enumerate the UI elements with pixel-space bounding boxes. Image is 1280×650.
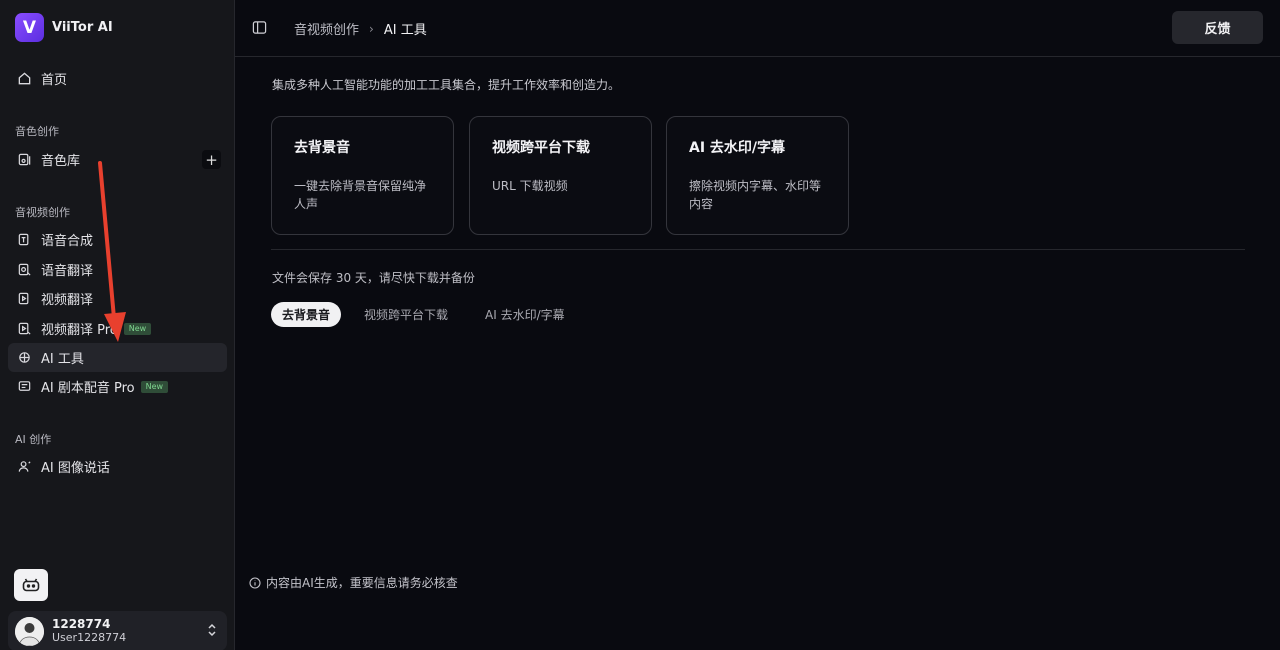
page-intro: 集成多种人工智能功能的加工工具集合，提升工作效率和创造力。 bbox=[272, 78, 621, 92]
topbar: 音视频创作 › AI 工具 反馈 bbox=[235, 0, 1280, 57]
user-info: 1228774 User1228774 bbox=[52, 618, 126, 643]
sidebar-toggle-icon[interactable] bbox=[252, 20, 267, 35]
section-label-av: 音视频创作 bbox=[15, 206, 70, 219]
sidebar-item-label: 首页 bbox=[41, 73, 68, 88]
breadcrumb: 音视频创作 › AI 工具 bbox=[294, 19, 427, 39]
tool-title: 视频跨平台下载 bbox=[492, 140, 590, 156]
sidebar-item-label: 视频翻译 Pro bbox=[41, 323, 118, 338]
tts-icon bbox=[17, 232, 32, 247]
sidebar-item-label: AI 剧本配音 Pro bbox=[41, 381, 135, 396]
tab-video-download[interactable]: 视频跨平台下载 bbox=[364, 302, 448, 327]
sidebar-item-image-talk[interactable]: AI 图像说话 bbox=[8, 452, 227, 481]
brand-name: ViiTor AI bbox=[52, 20, 113, 35]
sidebar-item-label: AI 图像说话 bbox=[41, 461, 110, 476]
app-window: V ViiTor AI 首页 音色创作 音色库 + 音视频创作 语音合成 语音翻… bbox=[0, 0, 1280, 650]
new-badge: New bbox=[123, 322, 152, 335]
tool-card-remove-watermark[interactable]: AI 去水印/字幕 擦除视频内字幕、水印等内容 bbox=[666, 116, 849, 235]
sidebar-item-video-translate-pro[interactable]: 视频翻译 Pro New bbox=[8, 314, 227, 343]
tool-desc: 一键去除背景音保留纯净人声 bbox=[294, 179, 427, 211]
tool-desc: 擦除视频内字幕、水印等内容 bbox=[689, 179, 822, 211]
sidebar-item-label: AI 工具 bbox=[41, 352, 84, 367]
section-label-ai: AI 创作 bbox=[15, 433, 52, 446]
sidebar-item-label: 语音翻译 bbox=[41, 264, 94, 279]
video-translate-icon bbox=[17, 291, 32, 306]
new-badge: New bbox=[140, 380, 169, 393]
brand[interactable]: V ViiTor AI bbox=[15, 13, 113, 42]
tool-title: 去背景音 bbox=[294, 140, 350, 156]
sidebar-item-video-translate[interactable]: 视频翻译 bbox=[8, 284, 227, 313]
library-icon bbox=[17, 152, 32, 167]
tab-remove-watermark[interactable]: AI 去水印/字幕 bbox=[485, 302, 565, 327]
sidebar-item-script-dub-pro[interactable]: AI 剧本配音 Pro New bbox=[8, 372, 227, 401]
user-account-switcher[interactable]: 1228774 User1228774 bbox=[8, 611, 227, 650]
user-name: 1228774 bbox=[52, 617, 111, 632]
assistant-bot-button[interactable] bbox=[14, 569, 48, 601]
script-dub-icon bbox=[17, 379, 32, 394]
sidebar-item-label: 语音合成 bbox=[41, 234, 94, 249]
robot-icon bbox=[22, 578, 40, 592]
disclaimer-text: 内容由AI生成，重要信息请务必核查 bbox=[266, 576, 458, 590]
sidebar: V ViiTor AI 首页 音色创作 音色库 + 音视频创作 语音合成 语音翻… bbox=[0, 0, 235, 650]
sidebar-item-home[interactable]: 首页 bbox=[8, 64, 227, 93]
sidebar-item-voice-translate[interactable]: 语音翻译 bbox=[8, 255, 227, 284]
tool-card-remove-bg-audio[interactable]: 去背景音 一键去除背景音保留纯净人声 bbox=[271, 116, 454, 235]
breadcrumb-item-av[interactable]: 音视频创作 bbox=[294, 19, 359, 38]
sidebar-item-ai-tools[interactable]: AI 工具 bbox=[8, 343, 227, 372]
home-icon bbox=[17, 71, 32, 86]
retention-note: 文件会保存 30 天，请尽快下载并备份 bbox=[272, 271, 475, 285]
ai-disclaimer: 内容由AI生成，重要信息请务必核查 bbox=[249, 574, 458, 591]
add-voice-button[interactable]: + bbox=[202, 150, 221, 169]
video-translate-pro-icon bbox=[17, 321, 32, 336]
brand-logo-icon: V bbox=[15, 13, 44, 42]
image-talk-icon bbox=[17, 459, 32, 474]
info-icon bbox=[249, 576, 261, 589]
tool-desc: URL 下载视频 bbox=[492, 179, 568, 193]
feedback-button[interactable]: 反馈 bbox=[1172, 11, 1263, 44]
tool-title: AI 去水印/字幕 bbox=[689, 140, 786, 156]
breadcrumb-item-current: AI 工具 bbox=[383, 23, 427, 38]
sidebar-item-tts[interactable]: 语音合成 bbox=[8, 225, 227, 254]
avatar bbox=[15, 616, 44, 646]
chevron-up-down-icon bbox=[208, 623, 216, 637]
sidebar-item-voice-library[interactable]: 音色库 bbox=[8, 145, 227, 174]
ai-tools-icon bbox=[17, 350, 32, 365]
tool-card-video-download[interactable]: 视频跨平台下载 URL 下载视频 bbox=[469, 116, 652, 235]
breadcrumb-separator: › bbox=[369, 21, 374, 36]
tab-remove-bg-audio[interactable]: 去背景音 bbox=[271, 302, 342, 327]
voice-translate-icon bbox=[17, 262, 32, 277]
section-label-voice: 音色创作 bbox=[15, 125, 59, 138]
user-handle: User1228774 bbox=[52, 630, 127, 644]
sidebar-item-label: 视频翻译 bbox=[41, 293, 94, 308]
sidebar-item-label: 音色库 bbox=[41, 154, 81, 169]
divider bbox=[271, 249, 1245, 250]
